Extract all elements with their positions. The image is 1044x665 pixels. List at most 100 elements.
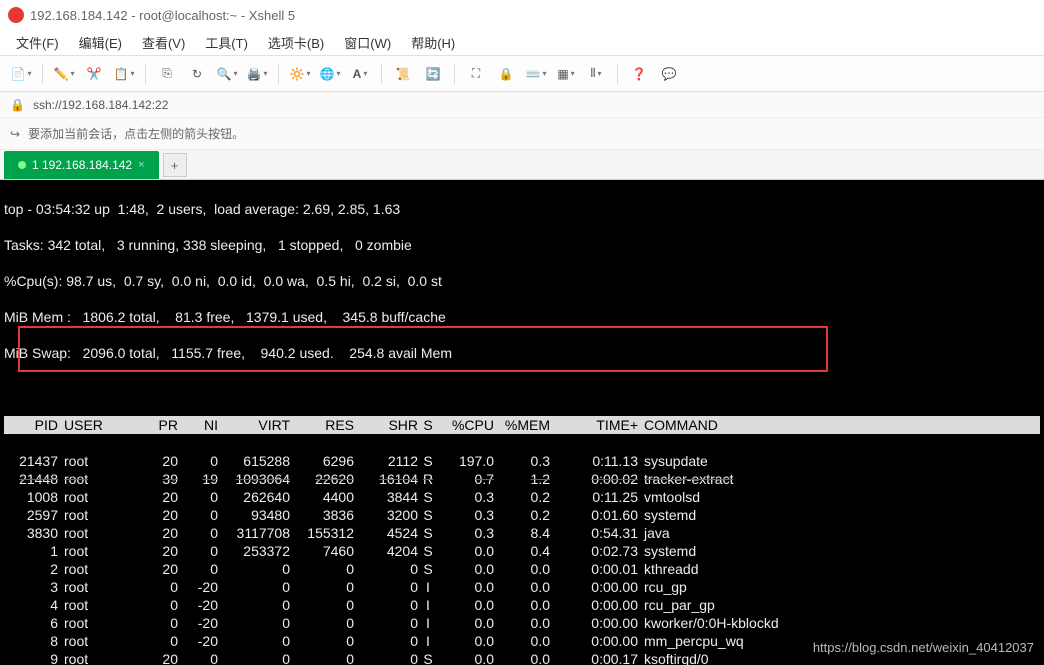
cell: 0 xyxy=(138,632,178,650)
menu-item[interactable]: 编辑(E) xyxy=(71,31,130,54)
cell: root xyxy=(58,578,138,596)
cell: root xyxy=(58,524,138,542)
cell: 0.0 xyxy=(438,542,494,560)
new-session-button[interactable]: 📄 xyxy=(8,61,34,87)
menu-item[interactable]: 选项卡(B) xyxy=(260,31,332,54)
cell: 4 xyxy=(4,596,58,614)
font-button[interactable]: A xyxy=(347,61,373,87)
lock-icon: 🔒 xyxy=(10,98,25,112)
cell: 0 xyxy=(138,614,178,632)
menu-item[interactable]: 文件(F) xyxy=(8,31,67,54)
cell: systemd xyxy=(638,542,1040,560)
cell: 7460 xyxy=(290,542,354,560)
menu-item[interactable]: 窗口(W) xyxy=(336,31,399,54)
cell: root xyxy=(58,596,138,614)
menu-item[interactable]: 查看(V) xyxy=(134,31,193,54)
cut-button[interactable]: ✂️ xyxy=(81,61,107,87)
hint-text: 要添加当前会话，点击左侧的箭头按钮。 xyxy=(28,125,244,142)
cell: 0 xyxy=(218,560,290,578)
cell: 39 xyxy=(138,470,178,488)
reconnect-button[interactable]: ↻ xyxy=(184,61,210,87)
cell: 0:02.73 xyxy=(550,542,638,560)
globe-button[interactable]: 🌐 xyxy=(317,61,343,87)
cell: 0.0 xyxy=(494,632,550,650)
blank-line xyxy=(4,380,1040,398)
cell: 8 xyxy=(4,632,58,650)
cell: 0 xyxy=(178,488,218,506)
top-tasks-line: Tasks: 342 total, 3 running, 338 sleepin… xyxy=(4,236,1040,254)
script-button[interactable]: 📜 xyxy=(390,61,416,87)
cell: 20 xyxy=(138,560,178,578)
layout-button[interactable]: ▦ xyxy=(553,61,579,87)
cell: 0:00.01 xyxy=(550,560,638,578)
cell: S xyxy=(418,506,438,524)
cell: 0 xyxy=(138,596,178,614)
menu-item[interactable]: 帮助(H) xyxy=(403,31,463,54)
cell: 0:00.02 xyxy=(550,470,638,488)
edit-button[interactable]: ✏️ xyxy=(51,61,77,87)
fullscreen-button[interactable]: ⛶ xyxy=(463,61,489,87)
cell: root xyxy=(58,506,138,524)
cell: 0 xyxy=(218,578,290,596)
process-row: 9root200000S0.00.00:00.17ksoftirqd/0 xyxy=(4,650,1040,665)
menu-item[interactable]: 工具(T) xyxy=(197,31,256,54)
print-button[interactable]: 🖨️ xyxy=(244,61,270,87)
cell: ksoftirqd/0 xyxy=(638,650,1040,665)
cell: 4400 xyxy=(290,488,354,506)
cell: 0:00.00 xyxy=(550,578,638,596)
cell: vmtoolsd xyxy=(638,488,1040,506)
column-header: %MEM xyxy=(494,416,550,434)
tab-add-button[interactable]: + xyxy=(163,153,187,177)
cell: 0 xyxy=(290,614,354,632)
session-tab[interactable]: 1 192.168.184.142 × xyxy=(4,151,159,179)
app-icon xyxy=(8,7,24,23)
titlebar: 192.168.184.142 - root@localhost:~ - Xsh… xyxy=(0,0,1044,30)
column-header: RES xyxy=(290,416,354,434)
lock-button[interactable]: 🔒 xyxy=(493,61,519,87)
tab-close-icon[interactable]: × xyxy=(138,159,144,171)
cell: root xyxy=(58,488,138,506)
terminal[interactable]: top - 03:54:32 up 1:48, 2 users, load av… xyxy=(0,180,1044,665)
disconnect-button[interactable]: ⎘ xyxy=(154,61,180,87)
keyboard-button[interactable]: ⌨️ xyxy=(523,61,549,87)
hintbar: ↪ 要添加当前会话，点击左侧的箭头按钮。 xyxy=(0,118,1044,150)
column-header: SHR xyxy=(354,416,418,434)
cell: root xyxy=(58,632,138,650)
process-row: 8root0-20000I0.00.00:00.00mm_percpu_wq xyxy=(4,632,1040,650)
cell: 0.0 xyxy=(438,614,494,632)
cell: 0:11.13 xyxy=(550,452,638,470)
cell: 0 xyxy=(218,632,290,650)
cell: 0.0 xyxy=(494,596,550,614)
cell: 0 xyxy=(218,614,290,632)
toolbar: 📄 ✏️ ✂️ 📋 ⎘ ↻ 🔍 🖨️ 🔆 🌐 A 📜 🔄 ⛶ 🔒 ⌨️ ▦ ⫴ … xyxy=(0,56,1044,92)
cell: 20 xyxy=(138,542,178,560)
cell: 0 xyxy=(354,614,418,632)
copy-button[interactable]: 📋 xyxy=(111,61,137,87)
cell: 0 xyxy=(354,650,418,665)
cell: kthreadd xyxy=(638,560,1040,578)
process-row: 1root20025337274604204S0.00.40:02.73syst… xyxy=(4,542,1040,560)
cell: 6296 xyxy=(290,452,354,470)
transfer-button[interactable]: 🔄 xyxy=(420,61,446,87)
column-header: PID xyxy=(4,416,58,434)
help-button[interactable]: ❓ xyxy=(626,61,652,87)
cell: root xyxy=(58,614,138,632)
cell: 0 xyxy=(290,578,354,596)
separator xyxy=(454,64,455,84)
highlight-button[interactable]: 🔆 xyxy=(287,61,313,87)
cell: 0.3 xyxy=(438,506,494,524)
address-text[interactable]: ssh://192.168.184.142:22 xyxy=(33,98,168,112)
window-title: 192.168.184.142 - root@localhost:~ - Xsh… xyxy=(30,8,295,23)
arrange-button[interactable]: ⫴ xyxy=(583,61,609,87)
cell: 20 xyxy=(138,650,178,665)
cell: S xyxy=(418,488,438,506)
cell: 0.4 xyxy=(494,542,550,560)
process-row: 3root0-20000I0.00.00:00.00rcu_gp xyxy=(4,578,1040,596)
cell: 0.0 xyxy=(438,560,494,578)
chat-button[interactable]: 💬 xyxy=(656,61,682,87)
hint-arrow-icon[interactable]: ↪ xyxy=(10,127,20,141)
cell: -20 xyxy=(178,614,218,632)
cell: 0 xyxy=(354,596,418,614)
cell: 0.0 xyxy=(494,650,550,665)
search-button[interactable]: 🔍 xyxy=(214,61,240,87)
